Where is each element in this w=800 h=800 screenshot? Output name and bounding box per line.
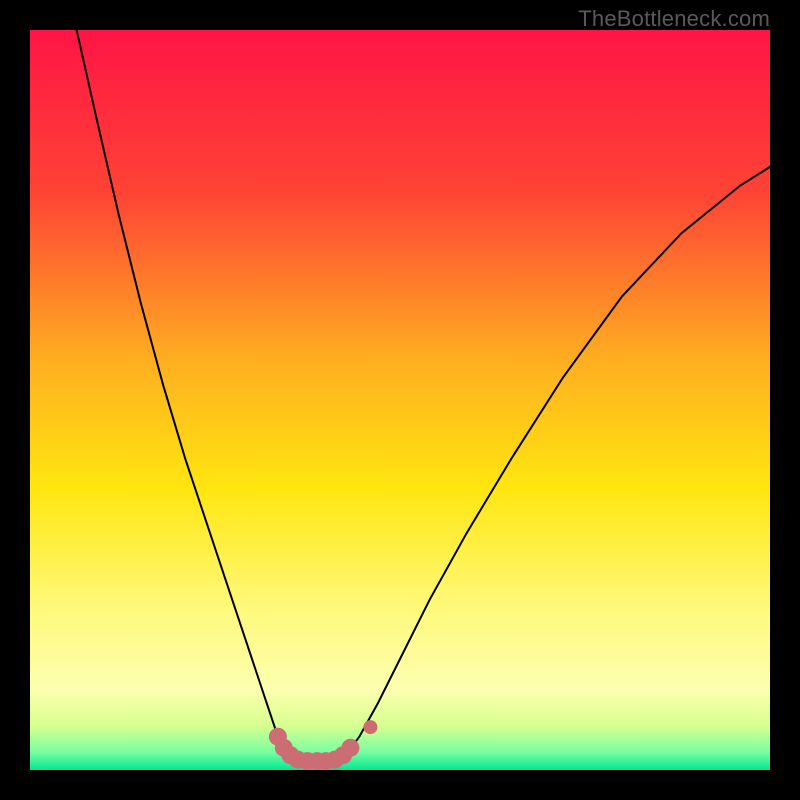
chart-svg xyxy=(30,30,770,770)
marker-dot-isolated xyxy=(363,720,377,734)
marker-dot xyxy=(341,739,359,757)
chart-container: { "watermark": "TheBottleneck.com", "can… xyxy=(0,0,800,800)
watermark-text: TheBottleneck.com xyxy=(578,6,770,32)
plot-area xyxy=(30,30,770,770)
